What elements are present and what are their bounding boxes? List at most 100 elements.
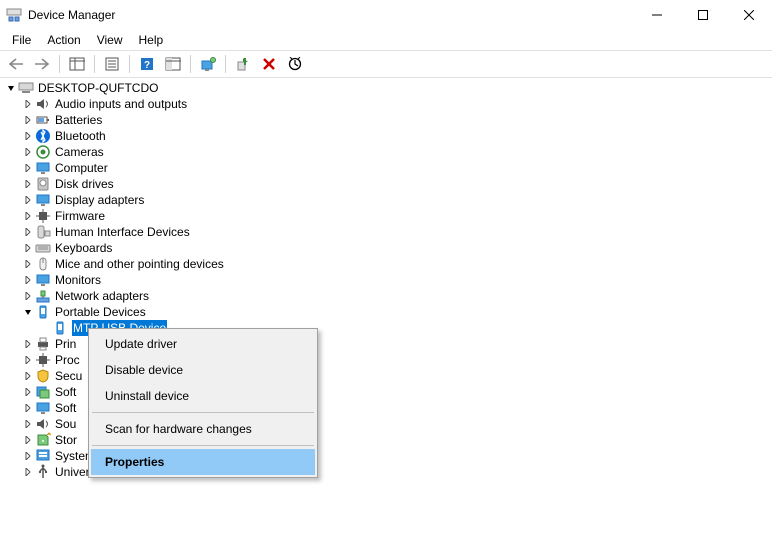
tree-category-6[interactable]: Display adapters bbox=[0, 192, 772, 208]
mouse-icon bbox=[35, 256, 51, 272]
back-button[interactable] bbox=[4, 53, 28, 75]
ctx-properties[interactable]: Properties bbox=[91, 449, 315, 475]
tree-item-label: Stor bbox=[55, 432, 77, 448]
expander-icon[interactable] bbox=[21, 161, 35, 175]
tree-category-10[interactable]: Mice and other pointing devices bbox=[0, 256, 772, 272]
expander-icon[interactable] bbox=[21, 193, 35, 207]
computer-root-icon bbox=[18, 80, 34, 96]
expander-icon[interactable] bbox=[21, 241, 35, 255]
tree-item-label: Display adapters bbox=[55, 192, 144, 208]
monitor-icon bbox=[35, 400, 51, 416]
expander-icon[interactable] bbox=[21, 257, 35, 271]
titlebar: Device Manager bbox=[0, 0, 772, 30]
tree-category-4[interactable]: Computer bbox=[0, 160, 772, 176]
tree-category-7[interactable]: Firmware bbox=[0, 208, 772, 224]
expander-icon[interactable] bbox=[21, 113, 35, 127]
tree-item-label: Soft bbox=[55, 384, 76, 400]
toolbar-separator bbox=[59, 55, 60, 73]
monitor-icon bbox=[35, 192, 51, 208]
tree-item-label: Prin bbox=[55, 336, 76, 352]
tree-category-12[interactable]: Network adapters bbox=[0, 288, 772, 304]
menu-view[interactable]: View bbox=[89, 31, 131, 49]
expander-icon[interactable] bbox=[21, 465, 35, 479]
menu-file[interactable]: File bbox=[4, 31, 39, 49]
minimize-button[interactable] bbox=[634, 0, 680, 30]
tree-root[interactable]: DESKTOP-QUFTCDO bbox=[0, 80, 772, 96]
device-tree[interactable]: DESKTOP-QUFTCDO Audio inputs and outputs… bbox=[0, 78, 772, 482]
expander-icon[interactable] bbox=[21, 209, 35, 223]
forward-button[interactable] bbox=[30, 53, 54, 75]
window-title: Device Manager bbox=[28, 8, 634, 22]
scan-hardware-button[interactable] bbox=[283, 53, 307, 75]
speaker-icon bbox=[35, 96, 51, 112]
ctx-separator bbox=[92, 412, 314, 413]
monitor-icon bbox=[35, 160, 51, 176]
ctx-uninstall-device[interactable]: Uninstall device bbox=[91, 383, 315, 409]
ctx-disable-device[interactable]: Disable device bbox=[91, 357, 315, 383]
expander-icon[interactable] bbox=[21, 385, 35, 399]
tree-item-label: Batteries bbox=[55, 112, 102, 128]
storage-icon bbox=[35, 432, 51, 448]
expander-icon[interactable] bbox=[21, 449, 35, 463]
expander-icon[interactable] bbox=[21, 337, 35, 351]
tree-item-label: Network adapters bbox=[55, 288, 149, 304]
expander-icon[interactable] bbox=[21, 369, 35, 383]
tree-item-label: Keyboards bbox=[55, 240, 112, 256]
action-button[interactable] bbox=[161, 53, 185, 75]
tree-category-1[interactable]: Batteries bbox=[0, 112, 772, 128]
expander-icon[interactable] bbox=[21, 129, 35, 143]
tree-category-11[interactable]: Monitors bbox=[0, 272, 772, 288]
tree-item-label: Firmware bbox=[55, 208, 105, 224]
expander-icon[interactable] bbox=[21, 433, 35, 447]
help-button[interactable]: ? bbox=[135, 53, 159, 75]
uninstall-button[interactable] bbox=[257, 53, 281, 75]
menubar: File Action View Help bbox=[0, 30, 772, 50]
tree-item-label: Soft bbox=[55, 400, 76, 416]
show-hide-tree-button[interactable] bbox=[65, 53, 89, 75]
ctx-scan-hardware[interactable]: Scan for hardware changes bbox=[91, 416, 315, 442]
tree-category-portable-devices[interactable]: Portable Devices bbox=[0, 304, 772, 320]
expander-icon[interactable] bbox=[4, 81, 18, 95]
close-button[interactable] bbox=[726, 0, 772, 30]
tree-item-label: Portable Devices bbox=[55, 304, 146, 320]
properties-button[interactable] bbox=[100, 53, 124, 75]
app-icon bbox=[6, 7, 22, 23]
maximize-button[interactable] bbox=[680, 0, 726, 30]
portable-icon bbox=[35, 304, 51, 320]
tree-category-8[interactable]: Human Interface Devices bbox=[0, 224, 772, 240]
battery-icon bbox=[35, 112, 51, 128]
expander-icon[interactable] bbox=[21, 145, 35, 159]
monitor-icon bbox=[35, 272, 51, 288]
tree-category-3[interactable]: Cameras bbox=[0, 144, 772, 160]
expander-icon[interactable] bbox=[21, 305, 35, 319]
enable-button[interactable] bbox=[231, 53, 255, 75]
ctx-update-driver[interactable]: Update driver bbox=[91, 331, 315, 357]
menu-help[interactable]: Help bbox=[131, 31, 172, 49]
expander-icon[interactable] bbox=[21, 225, 35, 239]
expander-icon[interactable] bbox=[21, 289, 35, 303]
usb-icon bbox=[35, 464, 51, 480]
printer-icon bbox=[35, 336, 51, 352]
expander-icon[interactable] bbox=[21, 273, 35, 287]
tree-category-0[interactable]: Audio inputs and outputs bbox=[0, 96, 772, 112]
expander-icon[interactable] bbox=[21, 353, 35, 367]
menu-action[interactable]: Action bbox=[39, 31, 88, 49]
tree-category-2[interactable]: Bluetooth bbox=[0, 128, 772, 144]
expander-icon[interactable] bbox=[21, 97, 35, 111]
toolbar-separator bbox=[94, 55, 95, 73]
window-controls bbox=[634, 0, 772, 30]
camera-icon bbox=[35, 144, 51, 160]
security-icon bbox=[35, 368, 51, 384]
update-driver-button[interactable] bbox=[196, 53, 220, 75]
chip-icon bbox=[35, 352, 51, 368]
tree-category-5[interactable]: Disk drives bbox=[0, 176, 772, 192]
bluetooth-icon bbox=[35, 128, 51, 144]
tree-category-9[interactable]: Keyboards bbox=[0, 240, 772, 256]
expander-spacer bbox=[38, 321, 52, 335]
tree-item-label: DESKTOP-QUFTCDO bbox=[38, 80, 158, 96]
expander-icon[interactable] bbox=[21, 417, 35, 431]
toolbar: ? bbox=[0, 50, 772, 78]
expander-icon[interactable] bbox=[21, 401, 35, 415]
expander-icon[interactable] bbox=[21, 177, 35, 191]
tree-item-label: Mice and other pointing devices bbox=[55, 256, 224, 272]
